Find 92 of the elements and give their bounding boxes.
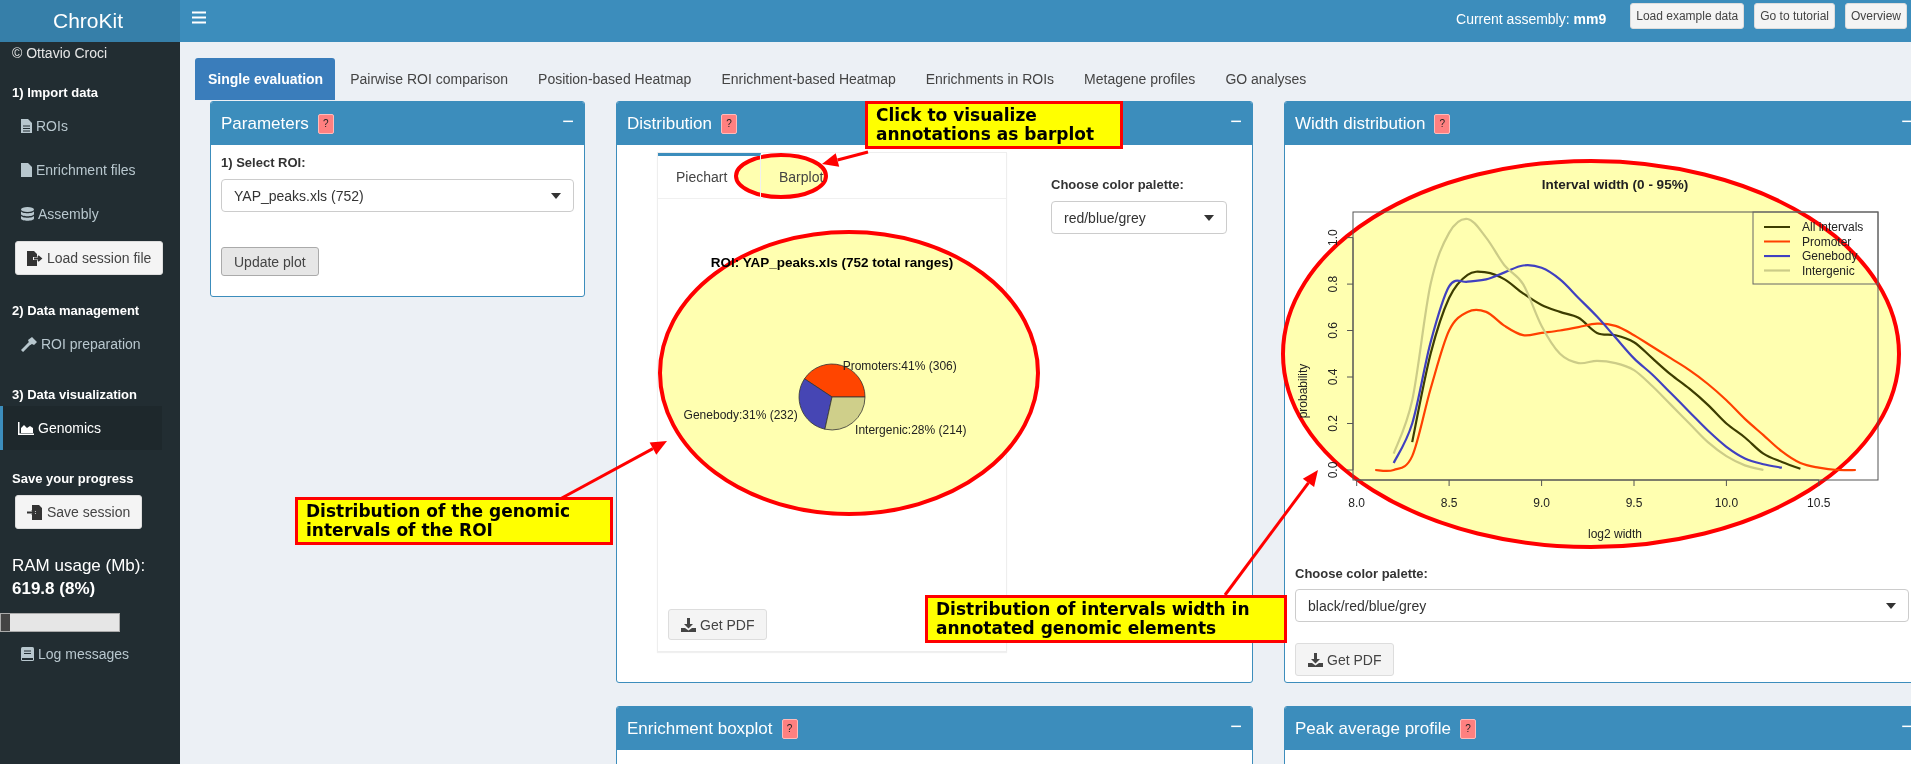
legend-swatch	[1764, 254, 1790, 258]
section-heading: 3) Data visualization	[11, 386, 138, 404]
ram-label: RAM usage (Mb):	[11, 555, 147, 577]
copyright-text: © Ottavio Croci	[11, 44, 109, 63]
select-field[interactable]: YAP_peaks.xls (752)	[221, 179, 574, 212]
session-button[interactable]: Load session file	[15, 241, 164, 275]
download-icon	[1308, 652, 1323, 667]
update-plot-button[interactable]: Update plot	[221, 247, 319, 276]
slice-label: Promoters:41% (306)	[842, 358, 957, 373]
axis-label: probability	[1296, 363, 1310, 419]
legend-swatch	[1764, 225, 1790, 229]
tick-label: 0.2	[1326, 415, 1340, 432]
tab[interactable]: Single evaluation	[195, 58, 336, 100]
panel-title: Peak average profile	[1295, 718, 1451, 739]
assembly-label: Current assembly: mm9	[1456, 11, 1607, 27]
legend-swatch	[1764, 269, 1790, 272]
dropdown-caret-icon	[551, 192, 561, 199]
session-button[interactable]: Save session	[15, 495, 143, 529]
section-heading: 2) Data management	[11, 302, 141, 320]
select-field[interactable]: red/blue/grey	[1051, 201, 1227, 234]
tick-label: 0.8	[1326, 275, 1340, 293]
field-label: Choose color palette:	[1051, 177, 1185, 192]
slice-label: Genebody:31% (232)	[683, 407, 798, 422]
tick-label: 0.0	[1326, 461, 1340, 479]
axis-label: log2 width	[1588, 527, 1642, 541]
panel-title: Distribution	[627, 113, 713, 134]
nav-item[interactable]: ROIs	[0, 104, 162, 148]
file-export-icon	[27, 250, 43, 266]
tab[interactable]: Enrichment-based Heatmap	[706, 58, 911, 100]
help-badge[interactable]: ?	[1459, 718, 1476, 739]
document-icon	[21, 163, 32, 177]
document-icon	[21, 119, 32, 133]
slice-label: Intergenic:28% (214)	[855, 422, 967, 437]
tick-label: 8.0	[1348, 496, 1366, 510]
field-label: 1) Select ROI:	[221, 155, 307, 170]
collapse-toggle[interactable]: −	[1230, 715, 1242, 736]
tab[interactable]: Barplot	[761, 153, 842, 198]
nav-item[interactable]: Log messages	[0, 632, 162, 676]
panel-title: Enrichment boxplot	[627, 718, 773, 739]
help-badge[interactable]: ?	[721, 113, 738, 134]
legend-label: Intergenic	[1802, 263, 1855, 278]
header-button[interactable]: Load example data	[1630, 3, 1745, 29]
chart-title: Interval width (0 - 95%)	[1541, 177, 1689, 192]
app-logo[interactable]: ChroKit	[0, 0, 180, 42]
callout: Distribution of the genomic intervals of the ROI	[295, 497, 613, 546]
area-chart-icon	[18, 421, 34, 435]
callout: Click to visualize annotations as barplot	[865, 101, 1123, 150]
nav-item[interactable]: ROI preparation	[0, 322, 162, 366]
tick-label: 9.5	[1625, 496, 1643, 510]
collapse-toggle[interactable]: −	[1230, 110, 1242, 131]
tab[interactable]: Piechart	[658, 153, 761, 198]
tab[interactable]: Metagene profiles	[1069, 58, 1211, 100]
menu-icon[interactable]	[192, 11, 206, 24]
tick-label: 9.0	[1533, 496, 1550, 510]
nav-item[interactable]: Assembly	[0, 192, 162, 236]
collapse-toggle[interactable]: −	[562, 110, 574, 131]
section-heading: Save your progress	[11, 470, 135, 488]
nav-item[interactable]: Genomics	[0, 406, 162, 450]
tab[interactable]: Position-based Heatmap	[523, 58, 707, 100]
nav-item[interactable]: Enrichment files	[0, 148, 162, 192]
tab[interactable]: Pairwise ROI comparison	[335, 58, 524, 100]
section-heading: 1) Import data	[11, 84, 99, 102]
tick-label: 10.0	[1714, 496, 1739, 510]
panel-title: Width distribution	[1295, 113, 1426, 134]
file-import-icon	[27, 504, 43, 520]
help-badge[interactable]: ?	[1434, 113, 1451, 134]
help-badge[interactable]: ?	[317, 113, 334, 134]
legend-swatch	[1764, 240, 1790, 243]
book-icon	[21, 647, 34, 661]
tick-label: 10.5	[1807, 496, 1831, 510]
database-icon	[21, 207, 34, 221]
dropdown-caret-icon	[1204, 214, 1214, 221]
help-badge[interactable]: ?	[781, 718, 798, 739]
header-button[interactable]: Overview	[1845, 3, 1907, 29]
dropdown-caret-icon	[1886, 602, 1896, 609]
tab[interactable]: Enrichments in ROIs	[910, 58, 1070, 100]
panel-title: Parameters	[221, 113, 309, 134]
tick-label: 0.6	[1326, 322, 1340, 339]
header-button[interactable]: Go to tutorial	[1754, 3, 1835, 29]
select-field[interactable]: black/red/blue/grey	[1295, 589, 1909, 622]
get-pdf-button[interactable]: Get PDF	[1295, 643, 1395, 676]
tick-label: 0.4	[1326, 368, 1340, 386]
hammer-icon	[21, 336, 37, 352]
annotation-arrow	[822, 150, 869, 167]
callout: Distribution of intervals width in annotated genomic elements	[925, 595, 1287, 644]
ram-value: 619.8 (8%)	[11, 578, 97, 600]
tick-label: 8.5	[1440, 496, 1458, 510]
tick-label: 1.0	[1326, 229, 1340, 246]
get-pdf-button[interactable]: Get PDF	[668, 609, 768, 640]
field-label: Choose color palette:	[1295, 566, 1429, 581]
download-icon	[681, 617, 696, 632]
tab[interactable]: GO analyses	[1210, 58, 1322, 100]
